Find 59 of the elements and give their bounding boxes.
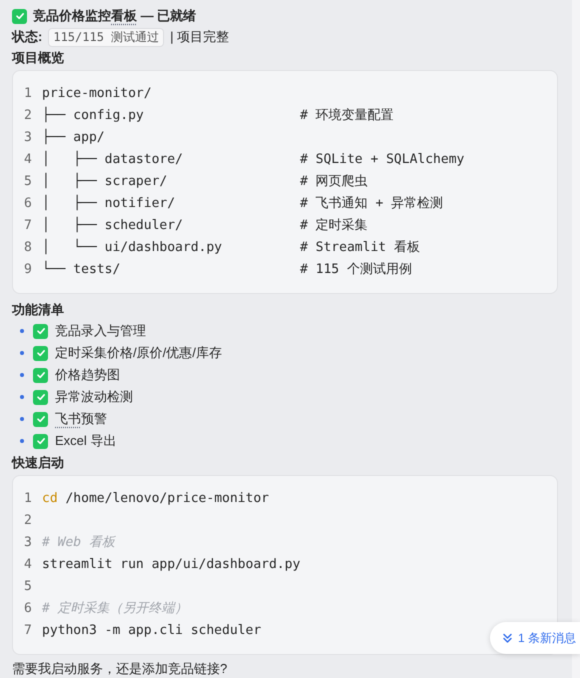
- code-line: cd /home/lenovo/price-monitor: [42, 490, 269, 508]
- code-comment: # Web 看板: [42, 534, 115, 552]
- line-number: 2: [24, 107, 33, 125]
- feature-item: 定时采集价格/原价/优惠/库存: [55, 344, 222, 362]
- code-line: │ └── ui/dashboard.py: [42, 238, 224, 257]
- line-number: 6: [24, 195, 33, 213]
- message-text: 需要我启动服务，还是添加竞品链接?: [12, 660, 228, 678]
- line-number: 2: [24, 512, 33, 530]
- line-number: 1: [24, 490, 33, 508]
- code-line: └── tests/: [42, 260, 122, 279]
- feature-item: 飞书预警: [55, 410, 107, 428]
- code-comment: # 飞书通知 + 异常检测: [300, 195, 444, 213]
- status-label: 状态:: [12, 28, 42, 46]
- feature-item: Excel 导出: [55, 432, 116, 450]
- bullet-icon: [20, 439, 24, 443]
- line-number: 4: [24, 151, 33, 169]
- bullet-icon: [20, 329, 24, 333]
- code-line: ├── app/: [42, 128, 106, 147]
- code-comment: # SQLite + SQLAlchemy: [300, 151, 464, 169]
- code-comment: # 网页爬虫: [300, 173, 368, 191]
- double-chevron-down-icon: [502, 632, 513, 644]
- status-text: | 项目完整: [170, 28, 230, 46]
- feature-item: 异常波动检测: [55, 388, 133, 406]
- feature-item: 价格趋势图: [55, 366, 120, 384]
- line-number: 7: [24, 622, 33, 640]
- line-number: 3: [24, 129, 33, 147]
- code-line: ├── config.py: [42, 106, 145, 125]
- line-number: 1: [24, 85, 33, 103]
- code-comment: # 定时采集（另开终端）: [42, 600, 188, 618]
- bullet-icon: [20, 373, 24, 377]
- bullet-icon: [20, 417, 24, 421]
- line-number: 4: [24, 556, 33, 574]
- code-comment: # 定时采集: [300, 217, 368, 235]
- code-line: python3 -m app.cli scheduler: [42, 622, 262, 640]
- section-heading: 快速启动: [12, 454, 65, 472]
- message-title: 竞品价格监控看板 — 已就绪: [33, 7, 196, 26]
- line-number: 6: [24, 600, 33, 618]
- feature-item: 竞品录入与管理: [55, 322, 146, 340]
- section-heading: 项目概览: [12, 49, 65, 67]
- line-number: 5: [24, 578, 33, 596]
- code-line: │ ├── scheduler/: [42, 216, 184, 235]
- code-line: streamlit run app/ui/dashboard.py: [42, 556, 300, 574]
- inline-code: 115/115 测试通过: [48, 28, 164, 46]
- code-line: │ ├── scraper/: [42, 172, 168, 191]
- code-line: │ ├── notifier/: [42, 194, 176, 213]
- line-number: 8: [24, 239, 33, 257]
- code-comment: # Streamlit 看板: [300, 239, 420, 257]
- bullet-icon: [20, 395, 24, 399]
- line-number: 7: [24, 217, 33, 235]
- code-comment: # 环境变量配置: [300, 107, 394, 125]
- code-line: price-monitor/: [42, 85, 153, 103]
- section-heading: 功能清单: [12, 301, 65, 319]
- new-messages-button[interactable]: 1 条新消息: [490, 622, 580, 654]
- line-number: 9: [24, 261, 33, 279]
- code-comment: # 115 个测试用例: [300, 261, 412, 279]
- code-line: │ ├── datastore/: [42, 150, 184, 169]
- line-number: 3: [24, 534, 33, 552]
- bullet-icon: [20, 351, 24, 355]
- line-number: 5: [24, 173, 33, 191]
